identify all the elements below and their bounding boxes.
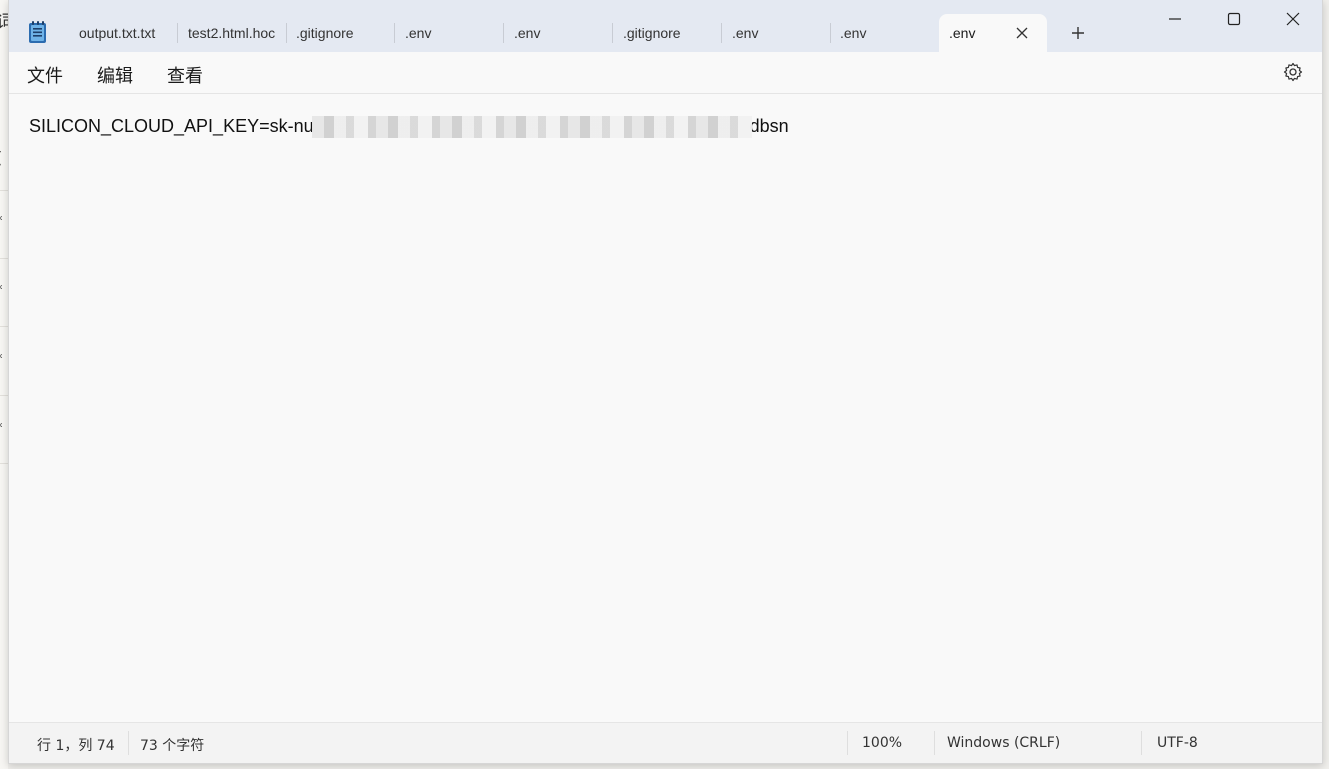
background-text: ( xyxy=(0,148,2,167)
character-count: 73 个字符 xyxy=(140,738,205,754)
tab-env[interactable]: .env xyxy=(504,14,613,52)
gear-icon[interactable] xyxy=(1283,62,1303,82)
maximize-button[interactable] xyxy=(1205,0,1263,38)
background-divider xyxy=(0,258,8,259)
background-divider xyxy=(0,463,8,464)
tab-gitignore[interactable]: .gitignore xyxy=(286,14,395,52)
close-icon xyxy=(1286,12,1300,26)
background-text: * xyxy=(0,214,3,229)
title-bar[interactable]: output.txt.txt test2.html.hoc .gitignore… xyxy=(9,0,1322,52)
menu-view[interactable]: 查看 xyxy=(167,62,203,88)
menu-edit[interactable]: 编辑 xyxy=(97,62,133,88)
background-text: 词 xyxy=(0,8,8,34)
tab-env[interactable]: .env xyxy=(722,14,831,52)
text-editor[interactable]: SILICON_CLOUD_API_KEY=sk-nu dbsn xyxy=(9,94,1322,721)
tab-test2-html[interactable]: test2.html.hoc xyxy=(178,14,287,52)
background-text: * xyxy=(0,421,3,436)
tab-env[interactable]: .env xyxy=(830,14,939,52)
close-tab-icon[interactable] xyxy=(1015,26,1029,40)
zoom-level[interactable]: 100% xyxy=(862,735,902,751)
menu-file[interactable]: 文件 xyxy=(27,62,63,88)
line-ending[interactable]: Windows (CRLF) xyxy=(947,735,1060,751)
cursor-position: 行 1，列 74 xyxy=(37,738,115,754)
background-text: * xyxy=(0,283,3,298)
background-text: * xyxy=(0,352,3,367)
tab-label: .env xyxy=(949,25,976,41)
encoding[interactable]: UTF-8 xyxy=(1157,735,1198,751)
tab-output-txt[interactable]: output.txt.txt xyxy=(69,14,178,52)
api-key-suffix: dbsn xyxy=(749,116,789,136)
status-divider xyxy=(934,731,935,755)
tab-label: .gitignore xyxy=(623,25,681,41)
tab-env[interactable]: .env xyxy=(395,14,504,52)
tab-label: output.txt.txt xyxy=(79,25,156,41)
close-button[interactable] xyxy=(1264,0,1322,38)
status-divider xyxy=(847,731,848,755)
maximize-icon xyxy=(1227,12,1241,26)
new-tab-icon[interactable] xyxy=(1067,19,1089,47)
status-divider xyxy=(1141,731,1142,755)
redacted-region xyxy=(311,116,752,139)
notepad-icon xyxy=(29,21,46,43)
tab-env-active[interactable]: .env xyxy=(939,14,1047,52)
status-divider xyxy=(128,731,129,755)
status-bar: 行 1，列 74 73 个字符 100% Windows (CRLF) UTF-… xyxy=(9,722,1322,763)
background-divider xyxy=(0,326,8,327)
background-divider xyxy=(0,190,8,191)
editor-line: SILICON_CLOUD_API_KEY=sk-nu dbsn xyxy=(29,116,789,139)
tab-label: .gitignore xyxy=(296,25,354,41)
menu-bar: 文件 编辑 查看 xyxy=(9,52,1322,94)
tab-label: test2.html.hoc xyxy=(188,25,276,41)
tab-label: .env xyxy=(732,25,759,41)
background-window: 词 ( * * * * xyxy=(0,0,8,769)
notepad-window: output.txt.txt test2.html.hoc .gitignore… xyxy=(8,0,1323,764)
minimize-icon xyxy=(1169,18,1181,20)
api-key-prefix: SILICON_CLOUD_API_KEY=sk-nu xyxy=(29,116,314,136)
tab-label: .env xyxy=(514,25,541,41)
tab-label: .env xyxy=(405,25,432,41)
background-divider xyxy=(0,395,8,396)
tab-gitignore[interactable]: .gitignore xyxy=(613,14,722,52)
minimize-button[interactable] xyxy=(1146,0,1204,38)
tab-label: .env xyxy=(840,25,867,41)
